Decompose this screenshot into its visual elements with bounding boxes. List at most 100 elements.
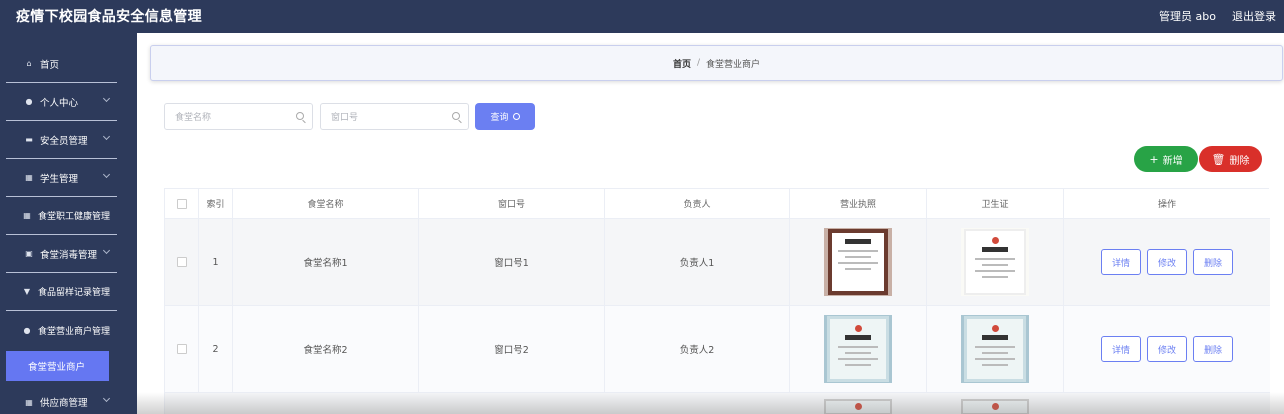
main-content: 首页 / 食堂营业商户 食堂名称 窗口号 查询 + 新增 🗑 删除 索引 食堂名… bbox=[137, 33, 1284, 414]
sidebar-item-home[interactable]: ⌂ 首页 bbox=[6, 45, 117, 83]
row-checkbox[interactable] bbox=[176, 344, 187, 354]
chevron-down-icon bbox=[102, 94, 111, 103]
row-index: 1 bbox=[199, 219, 233, 305]
health-certificate-image[interactable] bbox=[961, 228, 1029, 296]
edit-button[interactable]: 修改 bbox=[1147, 249, 1187, 275]
row-manager: 负责人1 bbox=[605, 219, 790, 305]
edit-button[interactable]: 修改 bbox=[1147, 336, 1187, 362]
breadcrumb-separator: / bbox=[696, 58, 701, 68]
plus-icon: + bbox=[1149, 152, 1159, 166]
sidebar-item-label: 食堂职工健康管理 bbox=[38, 212, 111, 222]
add-button[interactable]: + 新增 bbox=[1134, 146, 1198, 172]
grid-icon: ▦ bbox=[25, 397, 33, 407]
sidebar-subitem-merchant-active[interactable]: 食堂营业商户 bbox=[6, 351, 109, 381]
select-all-checkbox[interactable] bbox=[176, 198, 187, 209]
logout-link[interactable]: 退出登录 bbox=[1232, 8, 1276, 24]
placeholder-text: 食堂名称 bbox=[175, 113, 212, 123]
row-window-number: 窗口号1 bbox=[419, 219, 605, 305]
row-select-cell bbox=[165, 219, 199, 305]
canteen-name-search-input[interactable]: 食堂名称 bbox=[164, 103, 313, 130]
row-checkbox[interactable] bbox=[176, 257, 187, 267]
sidebar-item-label: 首页 bbox=[40, 59, 60, 71]
table-row bbox=[165, 393, 1270, 414]
business-license-cell bbox=[790, 306, 927, 392]
row-canteen-name: 食堂名称2 bbox=[233, 306, 419, 392]
header-select-cell bbox=[165, 189, 199, 218]
row-operations: 详情 修改 删除 bbox=[1064, 306, 1270, 392]
user-icon: ● bbox=[25, 97, 33, 106]
sidebar-item-label: 食堂营业商户管理 bbox=[38, 326, 111, 337]
sidebar-item-label: 个人中心 bbox=[40, 97, 79, 109]
query-button[interactable]: 查询 bbox=[475, 103, 535, 130]
placeholder-text: 窗口号 bbox=[331, 113, 359, 123]
header-health-certificate: 卫生证 bbox=[927, 189, 1064, 218]
query-button-label: 查询 bbox=[490, 113, 509, 123]
window-number-search-input[interactable]: 窗口号 bbox=[320, 103, 469, 130]
sidebar-item-staff-health[interactable]: ▦ 食堂职工健康管理 bbox=[6, 197, 117, 235]
trash-icon: 🗑 bbox=[1211, 152, 1226, 166]
header-canteen-name: 食堂名称 bbox=[233, 189, 419, 218]
business-license-cell bbox=[790, 219, 927, 305]
health-certificate-image[interactable] bbox=[961, 399, 1029, 414]
current-user: 管理员 abo bbox=[1159, 10, 1216, 23]
sidebar-item-label: 食品留样记录管理 bbox=[38, 288, 111, 298]
sidebar-item-label: 学生管理 bbox=[40, 173, 79, 185]
device-icon: ▬ bbox=[25, 135, 33, 144]
delete-button-label: 删除 bbox=[1229, 155, 1250, 167]
sidebar-item-students[interactable]: ▦ 学生管理 bbox=[6, 159, 117, 197]
filter-icon: ▼ bbox=[23, 287, 31, 296]
top-bar: 疫情下校园食品安全信息管理 管理员 abo 退出登录 bbox=[0, 0, 1284, 33]
table-row: 2 食堂名称2 窗口号2 负责人2 详情 修改 删除 bbox=[165, 306, 1270, 393]
row-index: 2 bbox=[199, 306, 233, 392]
app-title: 疫情下校园食品安全信息管理 bbox=[16, 9, 202, 25]
row-canteen-name: 食堂名称1 bbox=[233, 219, 419, 305]
add-button-label: 新增 bbox=[1162, 155, 1183, 167]
row-select-cell bbox=[165, 306, 199, 392]
sidebar-item-personal-center[interactable]: ● 个人中心 bbox=[6, 83, 117, 121]
breadcrumb-home[interactable]: 首页 bbox=[673, 57, 691, 70]
health-certificate-cell bbox=[927, 306, 1064, 392]
detail-button[interactable]: 详情 bbox=[1101, 336, 1141, 362]
row-window-number: 窗口号2 bbox=[419, 306, 605, 392]
lock-icon: ▣ bbox=[25, 249, 33, 258]
row-operations: 详情 修改 删除 bbox=[1064, 219, 1270, 305]
sidebar-item-merchant[interactable]: ● 食堂营业商户管理 bbox=[6, 311, 117, 349]
sidebar: ⌂ 首页 ● 个人中心 ▬ 安全员管理 ▦ 学生管理 ▦ 食堂职工健康管理 ▣ … bbox=[0, 33, 137, 414]
home-icon: ⌂ bbox=[26, 59, 32, 68]
sidebar-item-label: 供应商管理 bbox=[40, 398, 88, 409]
search-icon bbox=[512, 113, 520, 120]
grid-icon: ▦ bbox=[23, 211, 31, 220]
business-license-image[interactable] bbox=[824, 228, 892, 296]
chevron-down-icon bbox=[102, 132, 111, 141]
grid-icon: ▦ bbox=[25, 173, 33, 182]
chevron-down-icon bbox=[102, 394, 111, 403]
batch-delete-button[interactable]: 🗑 删除 bbox=[1199, 146, 1262, 172]
sidebar-item-label: 食堂消毒管理 bbox=[40, 249, 98, 261]
business-license-image[interactable] bbox=[824, 399, 892, 414]
business-license-image[interactable] bbox=[824, 315, 892, 383]
detail-button[interactable]: 详情 bbox=[1101, 249, 1141, 275]
delete-button[interactable]: 删除 bbox=[1193, 249, 1233, 275]
sidebar-item-supplier[interactable]: ▦ 供应商管理 bbox=[6, 383, 117, 414]
delete-button[interactable]: 删除 bbox=[1193, 336, 1233, 362]
header-business-license: 营业执照 bbox=[790, 189, 927, 218]
chevron-down-icon bbox=[102, 170, 111, 179]
breadcrumb-current: 食堂营业商户 bbox=[706, 59, 761, 70]
table-header: 索引 食堂名称 窗口号 负责人 营业执照 卫生证 操作 bbox=[165, 189, 1270, 219]
chevron-down-icon bbox=[102, 246, 111, 255]
header-operations: 操作 bbox=[1157, 200, 1176, 210]
health-certificate-cell bbox=[927, 219, 1064, 305]
header-window-number: 窗口号 bbox=[419, 189, 605, 218]
health-certificate-image[interactable] bbox=[961, 315, 1029, 383]
breadcrumb: 首页 / 食堂营业商户 bbox=[150, 45, 1283, 81]
search-icon bbox=[452, 112, 460, 120]
table-row: 1 食堂名称1 窗口号1 负责人1 详情 修改 删除 bbox=[165, 219, 1270, 306]
sidebar-item-label: 安全员管理 bbox=[40, 135, 88, 147]
merchant-table: 索引 食堂名称 窗口号 负责人 营业执照 卫生证 操作 1 食堂名称1 窗口号1… bbox=[164, 188, 1270, 414]
sidebar-item-food-sample[interactable]: ▼ 食品留样记录管理 bbox=[6, 273, 117, 311]
location-icon: ● bbox=[23, 325, 31, 335]
sidebar-item-disinfection[interactable]: ▣ 食堂消毒管理 bbox=[6, 235, 117, 273]
search-icon bbox=[296, 112, 304, 120]
header-manager: 负责人 bbox=[605, 189, 790, 218]
sidebar-item-safety-officer[interactable]: ▬ 安全员管理 bbox=[6, 121, 117, 159]
